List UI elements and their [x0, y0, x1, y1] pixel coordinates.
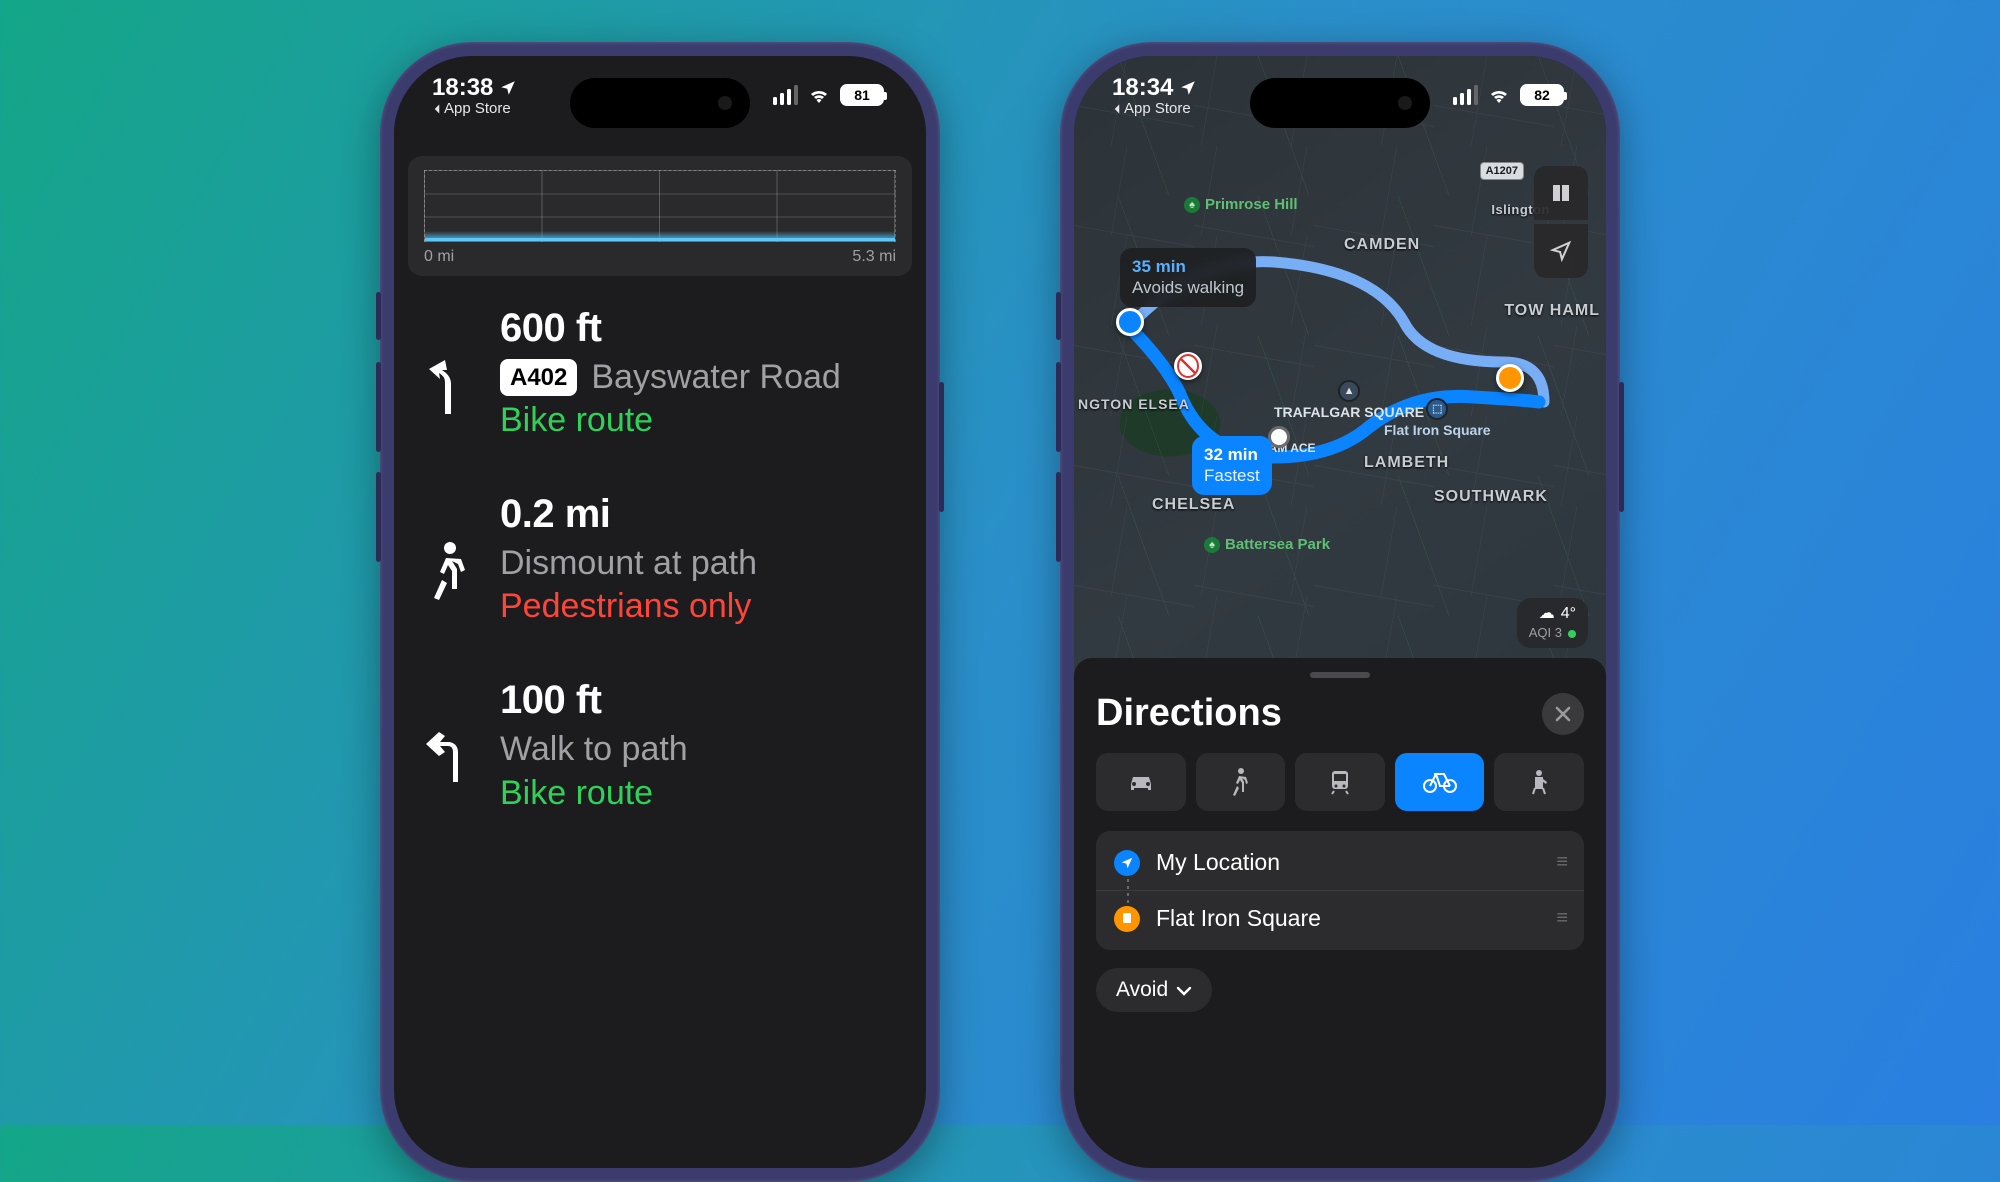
chevron-down-icon: [1176, 978, 1192, 1002]
map-destination-label[interactable]: ⬚ Flat Iron Square: [1384, 398, 1491, 438]
back-to-app[interactable]: App Store: [432, 100, 517, 117]
screen-left: 18:38 App Store 81: [394, 56, 926, 1168]
walk-icon: [420, 492, 476, 626]
direction-step[interactable]: 100 ft Walk to path Bike route: [420, 678, 900, 812]
map-park-label: ♠ Battersea Park: [1204, 536, 1330, 553]
step-instruction: Dismount at path: [500, 541, 757, 585]
sheet-grabber[interactable]: [1310, 672, 1370, 678]
mode-walk[interactable]: [1196, 753, 1286, 811]
route-start-pin[interactable]: [1116, 308, 1144, 336]
close-button[interactable]: [1542, 693, 1584, 735]
map-district-label: TOW HAML: [1504, 302, 1600, 320]
mode-car[interactable]: [1096, 753, 1186, 811]
directions-sheet[interactable]: Directions: [1074, 658, 1606, 1168]
map-park-label: ♠ Primrose Hill: [1184, 196, 1298, 213]
map-district-label: LAMBETH: [1364, 454, 1449, 472]
weather-widget[interactable]: ☁︎ 4° AQI 3: [1517, 598, 1588, 648]
mode-bike[interactable]: [1395, 753, 1485, 811]
destination-pin-icon: [1114, 906, 1140, 932]
route-main-callout[interactable]: 32 min Fastest: [1192, 436, 1272, 495]
step-instruction: Walk to path: [500, 727, 688, 771]
route-points-card: My Location ≡ Flat Iron Square ≡: [1096, 831, 1584, 950]
screen-right: 18:34 App Store 82: [1074, 56, 1606, 1168]
step-distance: 0.2 mi: [500, 492, 900, 537]
phone-mock-right: 18:34 App Store 82: [1060, 42, 1620, 1182]
map-district-label: CAMDEN: [1344, 236, 1420, 254]
monument-icon: ▲: [1338, 380, 1360, 402]
map-district-label: CHELSEA: [1152, 496, 1235, 514]
tree-icon: ♠: [1184, 197, 1200, 213]
reorder-handle-icon[interactable]: ≡: [1556, 907, 1566, 930]
cellular-signal-icon: [773, 85, 799, 105]
status-time: 18:38: [432, 74, 493, 102]
direction-steps-list: 600 ft A402 Bayswater Road Bike route: [394, 276, 926, 813]
elevation-end-label: 5.3 mi: [852, 248, 896, 266]
sheet-title: Directions: [1096, 692, 1282, 735]
mode-rideshare[interactable]: [1494, 753, 1584, 811]
elevation-graph: [424, 170, 896, 242]
step-route-type: Bike route: [500, 401, 900, 440]
elevation-profile-card[interactable]: 0 mi 5.3 mi: [408, 156, 912, 276]
mode-transit[interactable]: [1295, 753, 1385, 811]
dynamic-island: [570, 78, 750, 128]
phone-mock-left: 18:38 App Store 81: [380, 42, 940, 1182]
battery-icon: 81: [840, 84, 884, 106]
location-services-icon: [1179, 79, 1197, 97]
avoid-options-button[interactable]: Avoid: [1096, 968, 1212, 1012]
route-end-pin[interactable]: [1496, 364, 1524, 392]
elevation-start-label: 0 mi: [424, 248, 454, 266]
map-district-label: NGTON ELSEA: [1078, 396, 1190, 412]
tree-icon: ♠: [1204, 537, 1220, 553]
route-alt-callout[interactable]: 35 min Avoids walking: [1120, 248, 1256, 307]
route-to-row[interactable]: Flat Iron Square ≡: [1096, 890, 1584, 946]
cloud-icon: ☁︎: [1539, 604, 1555, 625]
aqi-indicator-dot: [1568, 630, 1576, 638]
my-location-icon: [1114, 850, 1140, 876]
transport-mode-selector: [1096, 753, 1584, 811]
map-layers-button[interactable]: [1534, 166, 1588, 220]
bear-left-icon: [420, 306, 476, 440]
cellular-signal-icon: [1453, 85, 1479, 105]
road-shield: A1207: [1480, 162, 1524, 180]
step-warning: Pedestrians only: [500, 587, 900, 626]
map-district-label: SOUTHWARK: [1434, 488, 1548, 506]
turn-left-icon: [420, 678, 476, 812]
battery-icon: 82: [1520, 84, 1564, 106]
dynamic-island: [1250, 78, 1430, 128]
location-services-icon: [499, 79, 517, 97]
recenter-button[interactable]: [1534, 224, 1588, 278]
back-to-app[interactable]: App Store: [1112, 100, 1197, 117]
route-from-row[interactable]: My Location ≡: [1096, 835, 1584, 890]
step-distance: 600 ft: [500, 306, 900, 351]
wifi-icon: [1487, 86, 1511, 104]
wifi-icon: [807, 86, 831, 104]
step-distance: 100 ft: [500, 678, 900, 723]
no-cycling-icon: [1174, 352, 1202, 380]
step-route-type: Bike route: [500, 774, 900, 813]
direction-step[interactable]: 0.2 mi Dismount at path Pedestrians only: [420, 492, 900, 626]
transit-icon: ⬚: [1426, 398, 1448, 420]
road-number-badge: A402: [500, 359, 577, 396]
step-road-name: Bayswater Road: [591, 355, 840, 399]
status-time: 18:34: [1112, 74, 1173, 102]
direction-step[interactable]: 600 ft A402 Bayswater Road Bike route: [420, 306, 900, 440]
reorder-handle-icon[interactable]: ≡: [1556, 851, 1566, 874]
